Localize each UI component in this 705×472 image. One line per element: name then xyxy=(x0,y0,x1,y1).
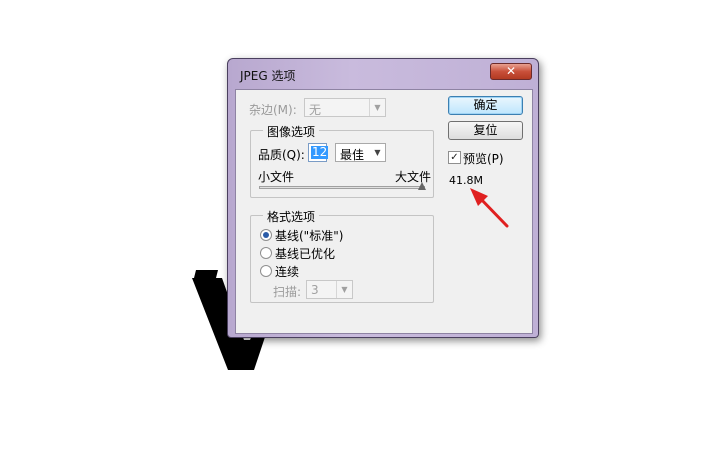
reset-button[interactable]: 复位 xyxy=(448,121,523,140)
format-options-group: 格式选项 基线("标准") 基线已优化 连续 扫描: 3 ▼ xyxy=(250,208,434,303)
format-options-title: 格式选项 xyxy=(263,208,320,225)
quality-preset-value: 最佳 xyxy=(340,148,365,162)
chevron-down-icon: ▼ xyxy=(336,281,352,298)
dialog-title: JPEG 选项 xyxy=(240,69,296,83)
small-file-label: 小文件 xyxy=(258,170,295,184)
baseline-optimized-label: 基线已优化 xyxy=(275,247,336,261)
image-options-group: 图像选项 品质(Q): 12 最佳 ▼ 小文件 大文件 xyxy=(250,123,434,198)
preview-label: 预览(P) xyxy=(463,152,504,166)
title-bar[interactable]: JPEG 选项 ✕ xyxy=(228,59,538,85)
progressive-label: 连续 xyxy=(275,265,300,279)
radio-progressive[interactable] xyxy=(260,265,272,277)
quality-value: 12 xyxy=(311,145,329,159)
matte-label: 杂边(M): xyxy=(249,103,297,117)
scans-value: 3 xyxy=(311,283,319,297)
chevron-down-icon: ▼ xyxy=(374,148,381,157)
image-options-title: 图像选项 xyxy=(263,123,320,140)
desktop: JPEG 选项 ✕ 杂边(M): 无 ▼ 图像选项 品质(Q): 12 最佳 ▼… xyxy=(0,0,705,472)
baseline-standard-label: 基线("标准") xyxy=(275,229,344,243)
radio-baseline-standard[interactable] xyxy=(260,229,272,241)
quality-label: 品质(Q): xyxy=(258,148,305,162)
quality-slider-track[interactable] xyxy=(259,186,425,189)
matte-value: 无 xyxy=(309,103,322,117)
radio-baseline-optimized[interactable] xyxy=(260,247,272,259)
preview-checkbox[interactable]: ✓ xyxy=(448,151,461,164)
annotation-arrow-icon xyxy=(470,188,509,228)
quality-preset-select[interactable]: 最佳 ▼ xyxy=(335,143,386,162)
close-icon: ✕ xyxy=(505,64,517,78)
matte-select[interactable]: 无 ▼ xyxy=(304,98,386,117)
ok-button[interactable]: 确定 xyxy=(448,96,523,115)
quality-input[interactable]: 12 xyxy=(308,143,329,162)
chevron-down-icon: ▼ xyxy=(369,99,385,116)
checkmark-icon: ✓ xyxy=(450,152,459,163)
scans-select[interactable]: 3 ▼ xyxy=(306,280,353,299)
scans-label: 扫描: xyxy=(273,285,302,299)
close-button[interactable]: ✕ xyxy=(490,63,532,80)
quality-slider-thumb[interactable] xyxy=(418,182,426,190)
